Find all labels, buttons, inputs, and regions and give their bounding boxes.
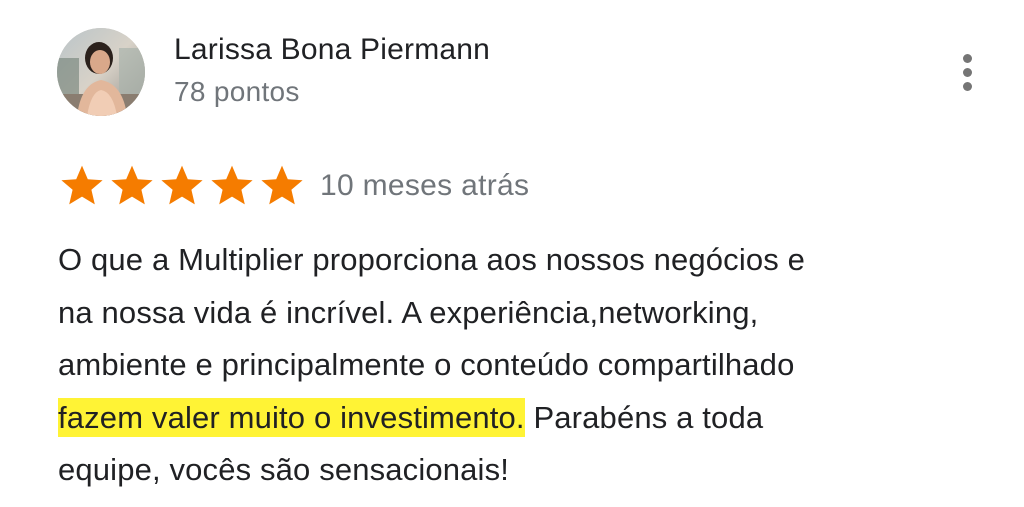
highlighted-text: fazem valer muito o investimento.: [58, 397, 525, 437]
more-vert-icon-dot: [962, 81, 972, 91]
more-vert-icon: [962, 53, 972, 63]
star-icon: [58, 164, 106, 208]
review-text-line: equipe, vocês são sensacionais!: [58, 452, 509, 487]
star-icon: [258, 164, 306, 208]
review-date: 10 meses atrás: [320, 169, 530, 202]
review-card: Larissa Bona Piermann 78 pontos 10 meses…: [0, 0, 1024, 507]
more-options-button[interactable]: [950, 48, 984, 96]
rating-row: 10 meses atrás: [58, 164, 529, 208]
star-icon: [208, 164, 256, 208]
text-after-highlight: Parabéns a toda: [524, 399, 764, 435]
review-text: O que a Multiplier proporciona aos nosso…: [58, 234, 958, 497]
star-rating: [58, 164, 306, 208]
review-text-line: na nossa vida é incrível. A experiência,…: [58, 294, 759, 330]
review-text-line: ambiente e principalmente o conteúdo com…: [58, 347, 795, 382]
author-name[interactable]: Larissa Bona Piermann: [174, 32, 490, 68]
author-avatar[interactable]: [57, 28, 145, 116]
star-icon: [108, 164, 156, 208]
review-text-line-highlighted: fazem valer muito o investimento. Parabé…: [58, 392, 958, 445]
author-points: 78 pontos: [174, 76, 300, 107]
profile-photo-icon: [57, 28, 145, 116]
star-icon: [158, 164, 206, 208]
review-text-line: O que a Multiplier proporciona aos nosso…: [58, 242, 806, 277]
more-vert-icon-dot: [962, 67, 972, 77]
